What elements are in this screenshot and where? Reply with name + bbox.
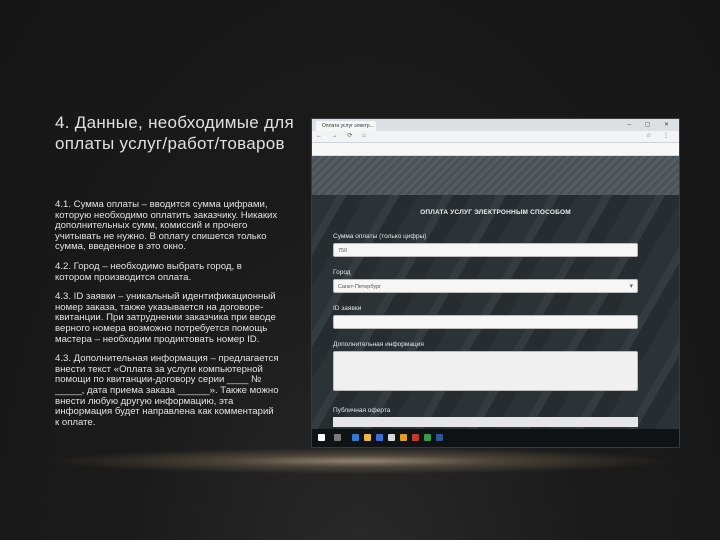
public-offer-label: Публичная оферта <box>333 407 391 414</box>
bookmarks-bar <box>312 143 679 156</box>
payment-form-area: ОПЛАТА УСЛУГ ЭЛЕКТРОННЫМ СПОСОБОМ Сумма … <box>312 195 679 429</box>
app-icon[interactable] <box>412 434 419 441</box>
folder-icon[interactable] <box>364 434 371 441</box>
additional-info-label: Дополнительная информация <box>333 341 424 348</box>
city-select[interactable]: Санкт-Петербург <box>333 279 638 294</box>
windows-taskbar <box>312 429 679 447</box>
window-controls[interactable]: – ▢ ✕ <box>628 121 675 128</box>
paragraph-additional-info: 4.3. Дополнительная информация – предлаг… <box>55 353 279 428</box>
amount-input[interactable]: 750 <box>333 243 638 257</box>
order-id-label: ID заявки <box>333 305 362 312</box>
chrome-icon[interactable] <box>388 434 395 441</box>
amount-label: Сумма оплаты (только цифры) <box>333 233 427 240</box>
site-logo[interactable] <box>332 162 392 178</box>
store-icon[interactable] <box>376 434 383 441</box>
paragraph-order-id: 4.3. ID заявки – уникальный идентификаци… <box>55 291 276 345</box>
order-id-input[interactable] <box>333 315 638 329</box>
site-header <box>312 156 679 197</box>
additional-info-textarea[interactable] <box>333 351 638 391</box>
browser-screenshot: Оплата услуг электр... – ▢ ✕ ← → ⟳ ⌂ ☆ ⋮… <box>311 118 680 448</box>
search-icon[interactable] <box>334 434 341 441</box>
browser-tab[interactable]: Оплата услуг электр... <box>316 121 376 131</box>
word-icon[interactable] <box>436 434 443 441</box>
slide-light-glow <box>40 448 680 474</box>
browser-tabbar: Оплата услуг электр... – ▢ ✕ <box>312 119 679 131</box>
city-label: Город <box>333 269 351 276</box>
browser-navbar: ← → ⟳ ⌂ ☆ ⋮ <box>312 131 679 143</box>
public-offer-text <box>333 417 638 427</box>
paragraph-amount: 4.1. Сумма оплаты – вводится сумма цифра… <box>55 199 278 253</box>
edge-icon[interactable] <box>352 434 359 441</box>
slide-body: 4.1. Сумма оплаты – вводится сумма цифра… <box>55 199 280 437</box>
app-icon[interactable] <box>424 434 431 441</box>
nav-buttons-icon[interactable]: ← → ⟳ ⌂ <box>316 132 370 139</box>
toolbar-menu-icon[interactable]: ☆ ⋮ <box>646 132 674 139</box>
slide-title: 4. Данные, необходимые для оплаты услуг/… <box>55 113 294 153</box>
start-icon[interactable] <box>318 434 325 441</box>
paragraph-city: 4.2. Город – необходимо выбрать город, в… <box>55 260 242 283</box>
app-icon[interactable] <box>400 434 407 441</box>
payment-heading: ОПЛАТА УСЛУГ ЭЛЕКТРОННЫМ СПОСОБОМ <box>420 209 571 216</box>
